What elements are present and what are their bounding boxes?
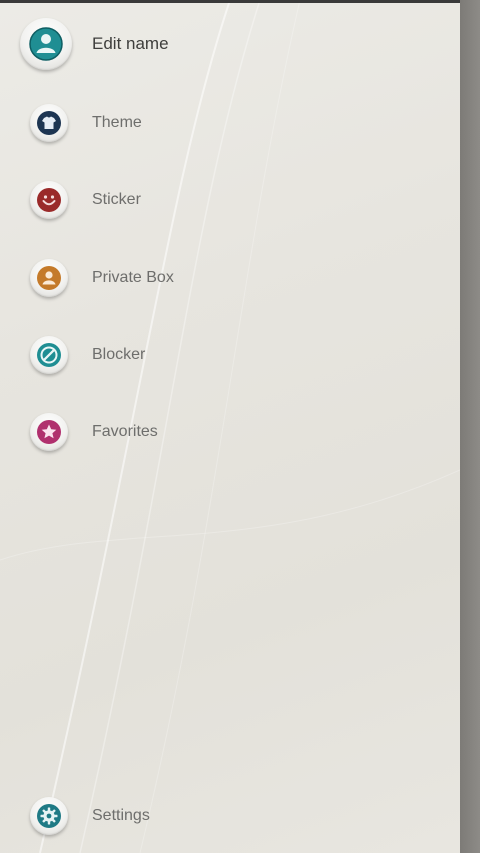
menu-item-blocker[interactable]: Blocker xyxy=(0,320,460,390)
menu-item-label: Theme xyxy=(92,114,142,131)
menu-item-settings[interactable]: Settings xyxy=(0,781,460,851)
smiley-icon xyxy=(30,181,68,219)
shirt-icon xyxy=(30,104,68,142)
menu-item-favorites[interactable]: Favorites xyxy=(0,397,460,467)
menu-item-label: Edit name xyxy=(92,34,169,53)
status-bar-edge xyxy=(0,0,460,3)
star-icon xyxy=(30,413,68,451)
screen: Edit name Theme Sticker Private Box Bloc… xyxy=(0,0,480,853)
menu-item-edit-name[interactable]: Edit name xyxy=(0,9,460,79)
menu-item-label: Favorites xyxy=(92,423,158,440)
menu-item-theme[interactable]: Theme xyxy=(0,88,460,158)
menu-item-label: Private Box xyxy=(92,269,174,286)
content-scrim[interactable] xyxy=(460,0,480,853)
menu-item-label: Blocker xyxy=(92,346,146,363)
person-icon xyxy=(20,18,72,70)
block-icon xyxy=(30,336,68,374)
lock-person-icon xyxy=(30,259,68,297)
menu-item-label: Sticker xyxy=(92,191,141,208)
menu-item-sticker[interactable]: Sticker xyxy=(0,165,460,235)
gear-icon xyxy=(30,797,68,835)
menu-item-private-box[interactable]: Private Box xyxy=(0,243,460,313)
menu-item-label: Settings xyxy=(92,807,150,824)
navigation-drawer: Edit name Theme Sticker Private Box Bloc… xyxy=(0,0,460,853)
